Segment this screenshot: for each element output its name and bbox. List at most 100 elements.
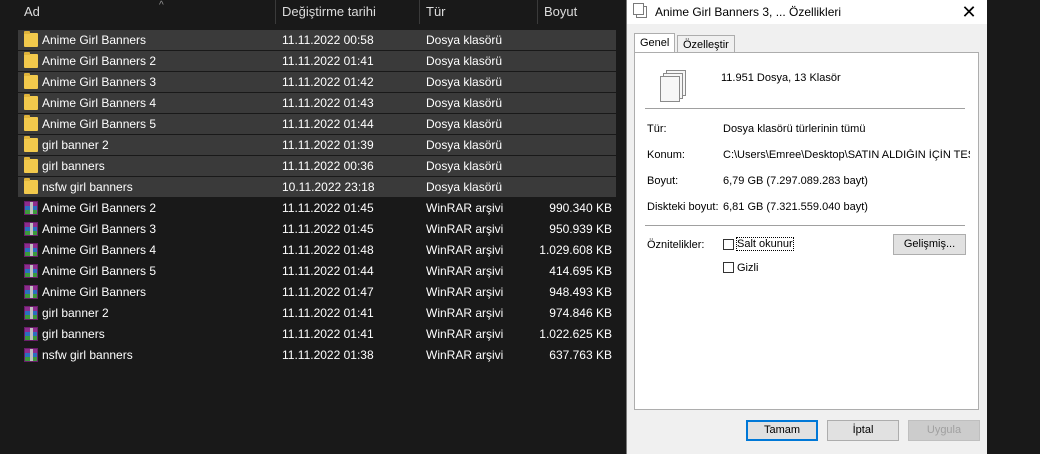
modified-date: 11.11.2022 01:44	[282, 117, 374, 131]
modified-date: 11.11.2022 01:42	[282, 75, 374, 89]
file-name: Anime Girl Banners 4	[42, 96, 157, 110]
folder-row[interactable]: nsfw girl banners 10.11.2022 23:18 Dosya k…	[18, 177, 616, 197]
dialog-title: Anime Girl Banners 3, ... Özellikleri	[655, 5, 842, 19]
file-name: Anime Girl Banners	[42, 33, 147, 47]
column-header-date[interactable]: Değiştirme tarihi	[276, 0, 420, 24]
modified-date: 11.11.2022 01:38	[282, 348, 374, 362]
column-header-size[interactable]: Boyut	[538, 0, 622, 24]
folder-icon	[24, 136, 38, 152]
archive-row[interactable]: Anime Girl Banners 2 11.11.2022 01:45 WinR…	[18, 198, 616, 218]
file-name: Anime Girl Banners 2	[42, 54, 157, 68]
file-size: 974.846 KB	[549, 306, 612, 320]
multiple-files-icon	[633, 3, 647, 18]
readonly-label[interactable]: Salt okunur	[736, 237, 794, 251]
file-size	[518, 30, 612, 50]
location-label: Konum:	[647, 149, 685, 161]
file-name: Anime Girl Banners 4	[42, 243, 157, 257]
winrar-archive-icon	[24, 264, 38, 278]
archive-row[interactable]: girl banner 2 11.11.2022 01:41 WinRAR arşi…	[18, 303, 616, 323]
winrar-archive-icon	[24, 201, 38, 215]
file-size	[518, 156, 612, 176]
cancel-button[interactable]: İptal	[827, 420, 899, 441]
archive-row[interactable]: nsfw girl banners 11.11.2022 01:38 WinRAR …	[18, 345, 616, 365]
readonly-checkbox[interactable]	[723, 239, 734, 250]
dialog-titlebar[interactable]: Anime Girl Banners 3, ... Özellikleri ✕	[627, 0, 987, 24]
ok-button[interactable]: Tamam	[746, 420, 818, 441]
file-size: 637.763 KB	[549, 348, 612, 362]
archive-row[interactable]: Anime Girl Banners 3 11.11.2022 01:45 WinR…	[18, 219, 616, 239]
file-size	[518, 135, 612, 155]
folder-row[interactable]: girl banner 2 11.11.2022 01:39 Dosya klasö…	[18, 135, 616, 155]
properties-dialog: Anime Girl Banners 3, ... Özellikleri ✕ …	[626, 0, 987, 454]
file-name: Anime Girl Banners 2	[42, 201, 157, 215]
modified-date: 11.11.2022 01:39	[282, 138, 374, 152]
hidden-checkbox[interactable]	[723, 262, 734, 273]
item-count-summary: 11.951 Dosya, 13 Klasör	[721, 72, 841, 84]
hidden-label[interactable]: Gizli	[737, 262, 758, 274]
file-name: girl banners	[42, 159, 105, 173]
winrar-archive-icon	[24, 243, 38, 257]
tab-customize[interactable]: Özelleştir	[677, 35, 735, 53]
winrar-archive-icon	[24, 306, 38, 320]
winrar-archive-icon	[24, 348, 38, 362]
tab-general[interactable]: Genel	[634, 33, 676, 53]
disk-size-label: Diskteki boyut:	[647, 201, 719, 213]
folder-row[interactable]: Anime Girl Banners 5 11.11.2022 01:44 Dosy…	[18, 114, 616, 134]
modified-date: 11.11.2022 01:44	[282, 264, 374, 278]
archive-row[interactable]: Anime Girl Banners 5 11.11.2022 01:44 WinR…	[18, 261, 616, 281]
modified-date: 11.11.2022 01:48	[282, 243, 374, 257]
column-header-type[interactable]: Tür	[420, 0, 538, 24]
folder-icon	[24, 31, 38, 47]
winrar-archive-icon	[24, 222, 38, 236]
folder-icon	[24, 73, 38, 89]
disk-size-value: 6,81 GB (7.321.559.040 bayt)	[723, 201, 868, 213]
column-header-bar: Ad ^ Değiştirme tarihi Tür Boyut	[0, 0, 622, 24]
modified-date: 11.11.2022 01:45	[282, 222, 374, 236]
folder-icon	[24, 178, 38, 194]
modified-date: 11.11.2022 00:58	[282, 33, 374, 47]
archive-row[interactable]: girl banners 11.11.2022 01:41 WinRAR arşiv…	[18, 324, 616, 344]
folder-row[interactable]: Anime Girl Banners 11.11.2022 00:58 Dosya …	[18, 30, 616, 50]
file-size	[518, 93, 612, 113]
file-size	[518, 51, 612, 71]
type-value: Dosya klasörü türlerinin tümü	[723, 123, 866, 135]
folder-icon	[24, 157, 38, 173]
column-header-size-label: Boyut	[544, 4, 578, 19]
file-name: nsfw girl banners	[42, 348, 133, 362]
folder-icon	[24, 94, 38, 110]
file-name: Anime Girl Banners 5	[42, 264, 157, 278]
file-size: 414.695 KB	[549, 264, 612, 278]
file-explorer: Ad ^ Değiştirme tarihi Tür Boyut Anime Gi…	[0, 0, 622, 454]
column-header-date-label: Değiştirme tarihi	[282, 4, 376, 19]
apply-button[interactable]: Uygula	[908, 420, 980, 441]
close-icon[interactable]: ✕	[959, 0, 979, 24]
folder-row[interactable]: Anime Girl Banners 4 11.11.2022 01:43 Dosy…	[18, 93, 616, 113]
folder-icon	[24, 115, 38, 131]
archive-row[interactable]: Anime Girl Banners 4 11.11.2022 01:48 WinR…	[18, 240, 616, 260]
file-name: Anime Girl Banners	[42, 285, 147, 299]
modified-date: 11.11.2022 00:36	[282, 159, 374, 173]
modified-date: 11.11.2022 01:45	[282, 201, 374, 215]
general-panel: 11.951 Dosya, 13 Klasör Tür: Dosya klasö…	[634, 52, 979, 410]
file-name: girl banners	[42, 327, 105, 341]
archive-row[interactable]: Anime Girl Banners 11.11.2022 01:47 WinRAR…	[18, 282, 616, 302]
multiple-files-icon	[660, 70, 686, 102]
attributes-label: Öznitelikler:	[647, 239, 705, 251]
winrar-archive-icon	[24, 327, 38, 341]
file-name: Anime Girl Banners 3	[42, 222, 157, 236]
type-label: Tür:	[647, 123, 667, 135]
modified-date: 10.11.2022 23:18	[282, 180, 375, 194]
winrar-archive-icon	[24, 285, 38, 299]
file-name: girl banner 2	[42, 138, 109, 152]
file-size: 1.029.608 KB	[539, 243, 612, 257]
folder-row[interactable]: Anime Girl Banners 2 11.11.2022 01:41 Dosy…	[18, 51, 616, 71]
file-name: Anime Girl Banners 3	[42, 75, 157, 89]
advanced-button[interactable]: Gelişmiş...	[893, 234, 966, 255]
modified-date: 11.11.2022 01:43	[282, 96, 374, 110]
modified-date: 11.11.2022 01:47	[282, 285, 374, 299]
folder-row[interactable]: girl banners 11.11.2022 00:36 Dosya klasör…	[18, 156, 616, 176]
folder-row[interactable]: Anime Girl Banners 3 11.11.2022 01:42 Dosy…	[18, 72, 616, 92]
modified-date: 11.11.2022 01:41	[282, 54, 374, 68]
column-header-name[interactable]: Ad ^	[18, 0, 276, 24]
file-name: girl banner 2	[42, 306, 109, 320]
